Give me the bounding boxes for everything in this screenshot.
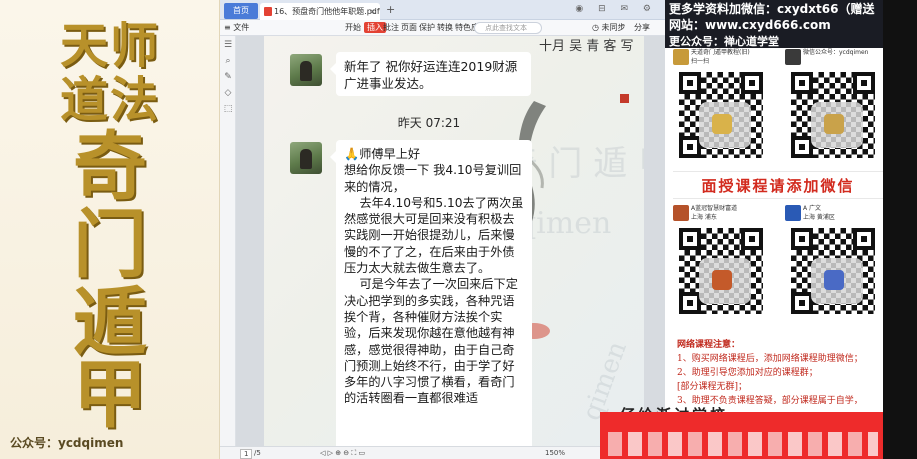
- pray-icon: 🙏: [344, 147, 360, 161]
- ad-website-line: 网站：www.cxyd666.com: [669, 18, 831, 32]
- qr-code-icon: [679, 228, 763, 314]
- logo-icon: [673, 205, 689, 221]
- screen: 天师 道法 奇 门 遁 甲 公众号：ycdqimen 首页 16、预盘奇门他他年…: [0, 0, 917, 459]
- qr-card-header: 微信公众号：ycdqimen: [785, 48, 885, 70]
- tab-document-label: 16、预盘奇门他他年职题.pdf *: [274, 7, 380, 16]
- qr-title: 微信公众号：ycdqimen: [803, 49, 869, 56]
- qr-card-header: A 广文 上海 黄浦区: [785, 204, 885, 226]
- left-sidebar: ☰ ⌕ ✎ ◇ ⬚: [220, 36, 236, 446]
- note-line: [部分课程无群]；: [677, 382, 748, 392]
- banner-footer: 公众号：ycdqimen: [10, 436, 124, 450]
- status-bar: 1 /5 ◁ ▷ ⊕ ⊖ ⛶ ▭ 150%: [220, 446, 665, 459]
- qr-card: 微信公众号：ycdqimen: [785, 48, 885, 168]
- tab-home[interactable]: 首页: [224, 3, 258, 19]
- ad-header: 更多学资料加微信：cxydxt66（赠送 网站：www.cxyd666.com …: [665, 0, 917, 48]
- qr-code-icon: [679, 72, 763, 158]
- qr-title: 天道奇门遁甲教程(旧): [691, 49, 750, 56]
- menu-start[interactable]: 开始: [345, 22, 361, 33]
- file-menu[interactable]: ≡ 文件: [224, 22, 249, 33]
- menu-protect[interactable]: 保护: [419, 22, 435, 33]
- qr-subtitle: 扫一扫: [691, 58, 710, 65]
- pdf-reader-window: 首页 16、预盘奇门他他年职题.pdf * × + ◉ ⊟ ✉ ⚙ ≡ 文件 开…: [220, 0, 665, 459]
- menu-convert[interactable]: 转换: [437, 22, 453, 33]
- menu-icon[interactable]: ☰: [223, 40, 233, 50]
- qr-card: 天道奇门遁甲教程(旧) 扫一扫: [673, 48, 773, 168]
- qr-title: A 广文: [803, 205, 822, 212]
- toolbar: ≡ 文件 开始 插入 批注 页面 保护 转换 特色应用 点此查找文本 ◷ 未同步…: [220, 20, 665, 36]
- banner-vertical-4: 甲: [73, 352, 147, 438]
- chat-timestamp: 昨天 07:21: [397, 116, 461, 130]
- page-total: /5: [254, 449, 261, 457]
- qr-card: A蓝冠智慧财富道 上海 浦东: [673, 204, 773, 324]
- avatar: [290, 54, 322, 86]
- menu-page[interactable]: 页面: [401, 22, 417, 33]
- pdf-page: 天 道 奇 门 遁 甲 ycdqimen qimen 十月 吴 青 客 写 新年…: [264, 36, 644, 446]
- red-overlay-banner: [600, 412, 883, 459]
- pen-icon[interactable]: ✎: [223, 72, 233, 82]
- tab-document[interactable]: 16、预盘奇门他他年职题.pdf * ×: [260, 3, 380, 20]
- qr-subtitle: 上海 黄浦区: [803, 214, 835, 221]
- banner-vertical-1: 奇: [73, 124, 147, 210]
- right-edge: [883, 0, 917, 459]
- zoom-level[interactable]: 150%: [545, 449, 565, 457]
- course-notes: 网络课程注意： 1、购买网络课程后，添加网络课程助理微信； 2、助理引导您添加对…: [677, 338, 889, 408]
- ad-body: 天道奇门遁甲教程(旧) 扫一扫 微信公众号：ycdqimen 面授课程请添加微信…: [673, 40, 883, 459]
- chat-bubble: 新年了 祝你好运连连2019财源广进事业发达。: [330, 52, 531, 96]
- chat-bubble: 🙏师傅早上好 想给你反馈一下 我4.10号复训回来的情况， 去年4.10号和5.…: [330, 140, 532, 446]
- qr-card-header: 天道奇门遁甲教程(旧) 扫一扫: [673, 48, 773, 70]
- search-input[interactable]: 点此查找文本: [474, 22, 542, 34]
- close-icon[interactable]: ×: [369, 3, 376, 20]
- window-controls[interactable]: ◉ ⊟ ✉ ⚙: [575, 4, 657, 14]
- bookmark-icon[interactable]: ◇: [223, 88, 233, 98]
- chat-message: 想给你反馈一下 我4.10号复训回来的情况， 去年4.10号和5.10去了两次虽…: [344, 163, 524, 406]
- mosaic-blur: [608, 432, 878, 456]
- share-button[interactable]: 分享: [634, 22, 650, 33]
- banner-vertical-3: 遁: [73, 280, 147, 366]
- red-seal: [620, 94, 629, 103]
- document-viewer[interactable]: 天 道 奇 门 遁 甲 ycdqimen qimen 十月 吴 青 客 写 新年…: [236, 36, 665, 446]
- logo-icon: [673, 49, 689, 65]
- logo-icon: [785, 205, 801, 221]
- qr-card-header: A蓝冠智慧财富道 上海 浦东: [673, 204, 773, 226]
- qr-code-icon: [791, 228, 875, 314]
- thumbnail-icon[interactable]: ⬚: [223, 104, 233, 114]
- right-ad-panel: 天道奇门遁甲教程(旧) 扫一扫 微信公众号：ycdqimen 面授课程请添加微信…: [665, 0, 917, 459]
- note-line: 1、购买网络课程后，添加网络课程助理微信；: [677, 354, 863, 364]
- ad-wechat-line: 更多学资料加微信：cxydxt66（赠送: [669, 2, 875, 16]
- nav-controls[interactable]: ◁ ▷ ⊕ ⊖ ⛶ ▭: [320, 449, 365, 458]
- new-tab-icon[interactable]: +: [386, 3, 395, 16]
- page-input[interactable]: 1: [240, 449, 253, 459]
- ad-official-account-line: 更公众号：禅心道学堂: [669, 35, 779, 48]
- left-banner: 天师 道法 奇 门 遁 甲 公众号：ycdqimen: [0, 0, 220, 459]
- banner-vertical-2: 门: [73, 202, 147, 288]
- title-bar: 首页 16、预盘奇门他他年职题.pdf * × + ◉ ⊟ ✉ ⚙: [220, 0, 665, 20]
- menu-comment[interactable]: 批注: [383, 22, 399, 33]
- search-icon[interactable]: ⌕: [223, 56, 233, 66]
- qr-subtitle: 上海 浦东: [691, 214, 717, 221]
- banner-title-2: 道法: [59, 72, 160, 128]
- qr-card: A 广文 上海 黄浦区: [785, 204, 885, 324]
- logo-icon: [785, 49, 801, 65]
- chat-greeting: 师傅早上好: [359, 147, 421, 161]
- course-banner: 面授课程请添加微信: [673, 171, 883, 199]
- notes-title: 网络课程注意：: [677, 340, 741, 350]
- avatar: [290, 142, 322, 174]
- qr-code-icon: [791, 72, 875, 158]
- note-line: 2、助理引导您添加对应的课程群；: [677, 368, 818, 378]
- sync-status[interactable]: ◷ 未同步: [592, 22, 626, 33]
- qr-title: A蓝冠智慧财富道: [691, 205, 738, 212]
